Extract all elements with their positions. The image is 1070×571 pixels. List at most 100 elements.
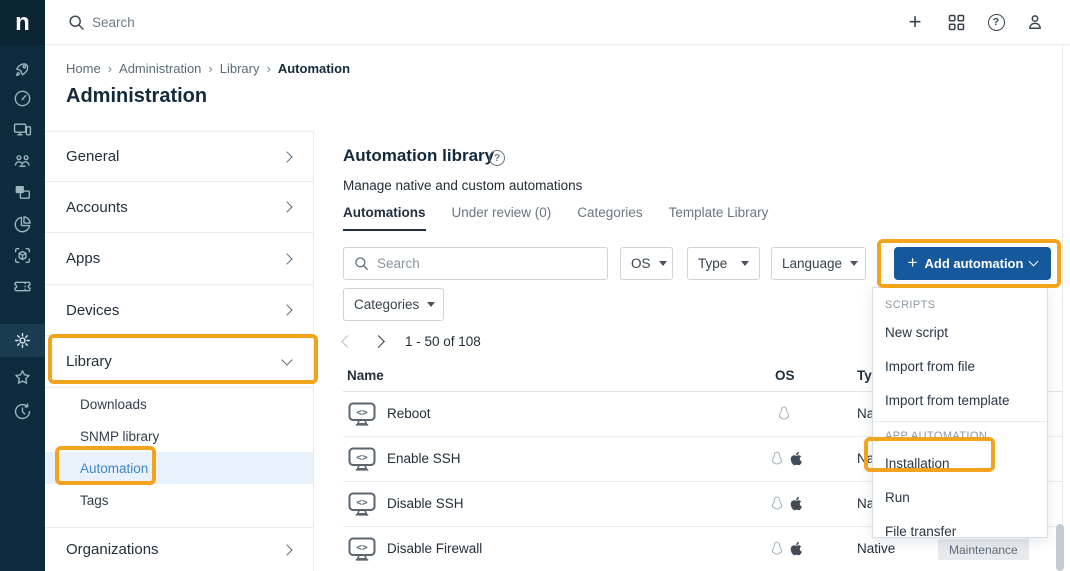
script-icon: <> <box>348 402 376 432</box>
automation-name[interactable]: Disable Firewall <box>387 541 482 556</box>
history-icon[interactable] <box>13 402 32 421</box>
sidebar-item-apps[interactable]: Apps <box>45 233 313 285</box>
sidebar-item-downloads[interactable]: Downloads <box>45 388 313 420</box>
help-icon[interactable]: ? <box>985 11 1007 33</box>
type-filter-label: Type <box>698 256 727 271</box>
apple-icon <box>789 541 802 556</box>
global-search-input[interactable] <box>92 10 512 35</box>
caret-down-icon <box>850 261 858 266</box>
add-global-icon[interactable]: + <box>904 11 926 33</box>
automation-name[interactable]: Reboot <box>387 406 431 421</box>
breadcrumb-home[interactable]: Home <box>66 61 101 76</box>
menu-item-new-script[interactable]: New script <box>873 315 1047 349</box>
pie-chart-icon[interactable] <box>13 215 32 234</box>
sidebar-item-label: Library <box>66 353 112 370</box>
star-icon[interactable] <box>13 368 32 387</box>
language-filter-dropdown[interactable]: Language <box>771 247 866 280</box>
sidebar-item-label: General <box>66 148 119 165</box>
categories-filter-dropdown[interactable]: Categories <box>343 288 444 321</box>
plus-icon: + <box>908 253 918 273</box>
tab-under-review[interactable]: Under review (0) <box>452 205 552 231</box>
type-filter-dropdown[interactable]: Type <box>687 247 760 280</box>
previous-page-icon[interactable] <box>341 335 354 348</box>
sidebar-subitem-label: Downloads <box>80 397 147 412</box>
gear-icon[interactable] <box>13 331 32 350</box>
chevron-right-icon <box>281 304 292 315</box>
content-subtitle: Manage native and custom automations <box>343 178 582 193</box>
user-profile-icon[interactable] <box>1024 11 1046 33</box>
gauge-icon[interactable] <box>13 89 32 108</box>
sidebar-subitem-label: SNMP library <box>80 429 159 444</box>
sidebar-item-organizations[interactable]: Organizations <box>45 527 313 571</box>
column-header-os[interactable]: OS <box>775 368 795 383</box>
chevron-right-icon <box>281 201 292 212</box>
automation-search-box[interactable] <box>343 247 608 280</box>
pagination: 1 - 50 of 108 <box>343 331 481 351</box>
sidebar-item-label: Apps <box>66 250 100 267</box>
sidebar-item-general[interactable]: General <box>45 131 313 182</box>
menu-item-import-from-template[interactable]: Import from template <box>873 383 1047 417</box>
add-automation-button[interactable]: + Add automation <box>894 247 1051 280</box>
sidebar-item-devices[interactable]: Devices <box>45 285 313 336</box>
sidebar-item-tags[interactable]: Tags <box>45 484 313 516</box>
menu-section-app-automation: APP AUTOMATION <box>873 424 1047 446</box>
sidebar-item-automation[interactable]: Automation <box>45 452 313 484</box>
sidebar-item-accounts[interactable]: Accounts <box>45 182 313 233</box>
sidebar-item-label: Accounts <box>66 199 128 216</box>
chevron-right-icon <box>281 151 292 162</box>
sidebar-item-snmp-library[interactable]: SNMP library <box>45 420 313 452</box>
automation-search-input[interactable] <box>377 256 597 271</box>
breadcrumb-separator: › <box>108 61 112 76</box>
tab-template-library[interactable]: Template Library <box>669 205 769 231</box>
sidebar-item-label: Devices <box>66 302 119 319</box>
tab-categories[interactable]: Categories <box>577 205 642 231</box>
ninjaone-logo[interactable]: n <box>0 0 45 45</box>
scrollbar-track <box>1062 45 1063 571</box>
content-title: Automation library <box>343 146 494 166</box>
automation-name[interactable]: Disable SSH <box>387 496 464 511</box>
search-icon <box>68 14 85 36</box>
language-filter-label: Language <box>782 256 842 271</box>
tab-automations[interactable]: Automations <box>343 205 426 231</box>
ticket-icon[interactable] <box>13 277 32 296</box>
title-help-icon[interactable]: ? <box>489 150 505 166</box>
breadcrumb-separator: › <box>267 61 271 76</box>
menu-item-installation[interactable]: Installation <box>873 446 1047 480</box>
search-icon <box>354 256 369 271</box>
caret-down-icon <box>659 261 667 266</box>
svg-text:<>: <> <box>356 497 368 508</box>
cube-icon[interactable] <box>13 246 32 265</box>
pagination-range: 1 - 50 of 108 <box>405 334 481 349</box>
menu-divider <box>873 421 1047 422</box>
users-icon[interactable] <box>13 151 32 170</box>
app-window: n <box>0 0 1070 571</box>
tab-bar: Automations Under review (0) Categories … <box>343 205 768 231</box>
os-icons <box>771 496 802 511</box>
menu-item-import-from-file[interactable]: Import from file <box>873 349 1047 383</box>
menu-item-run[interactable]: Run <box>873 480 1047 514</box>
left-rail: n <box>0 0 45 571</box>
apps-grid-icon[interactable] <box>945 11 967 33</box>
os-filter-label: OS <box>631 256 651 271</box>
rocket-icon[interactable] <box>13 59 32 78</box>
scrollbar-thumb[interactable] <box>1056 524 1064 571</box>
top-bar: + ? <box>45 0 1070 45</box>
sidebar-item-label: Organizations <box>66 541 159 558</box>
next-page-icon[interactable] <box>372 335 385 348</box>
menu-item-file-transfer[interactable]: File transfer <box>873 514 1047 548</box>
os-icons <box>771 541 802 556</box>
sidebar-subitem-label: Tags <box>80 493 109 508</box>
linux-icon <box>771 541 783 556</box>
breadcrumb-library[interactable]: Library <box>220 61 260 76</box>
chevron-down-icon <box>281 354 292 365</box>
windows-icon[interactable] <box>13 183 32 202</box>
column-header-name[interactable]: Name <box>347 368 384 383</box>
breadcrumb-separator: › <box>208 61 212 76</box>
sidebar-item-library[interactable]: Library <box>45 336 313 388</box>
os-icons <box>778 406 790 421</box>
os-filter-dropdown[interactable]: OS <box>620 247 673 280</box>
devices-icon[interactable] <box>13 120 32 139</box>
automation-name[interactable]: Enable SSH <box>387 451 461 466</box>
menu-content-divider <box>313 131 314 571</box>
breadcrumb-administration[interactable]: Administration <box>119 61 201 76</box>
